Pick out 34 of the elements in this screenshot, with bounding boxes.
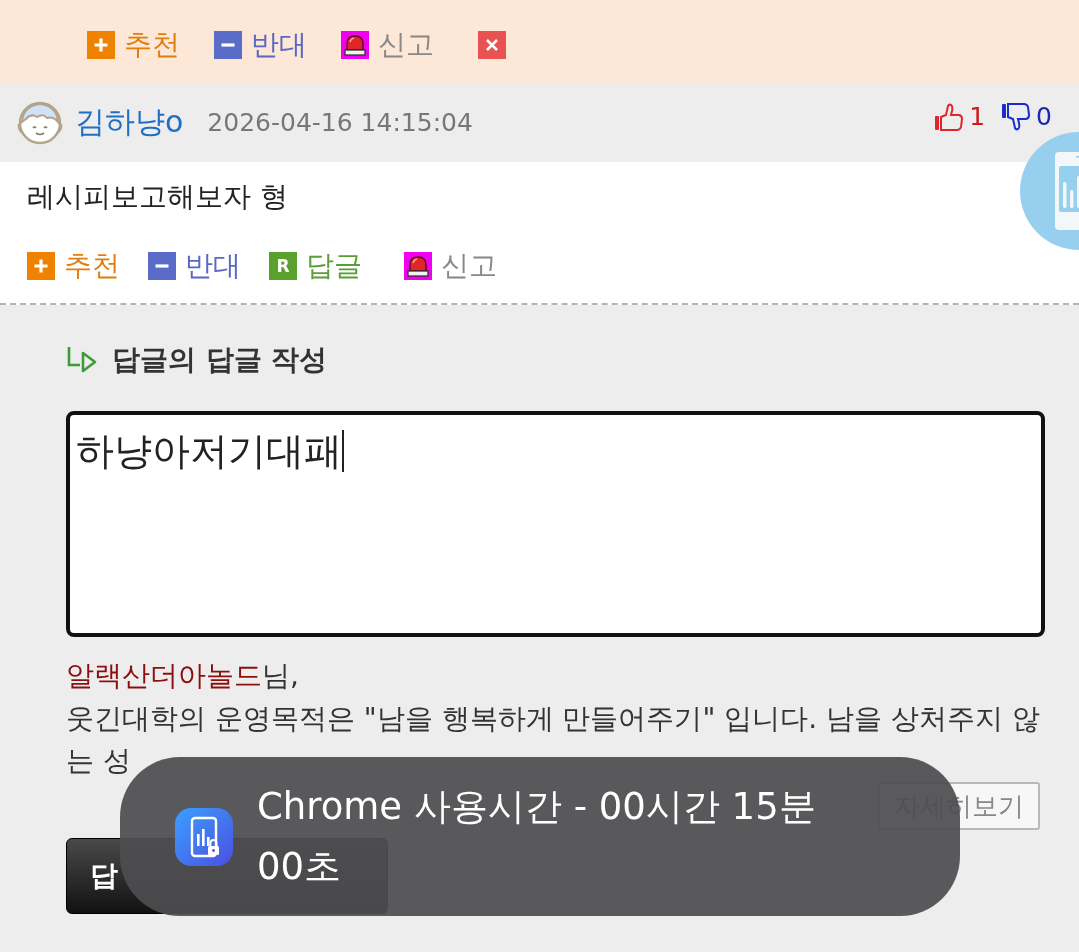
siren-icon — [341, 30, 369, 59]
plus-icon — [27, 252, 55, 280]
user-name: 알랙산더아놀드 — [66, 659, 262, 692]
reply-link[interactable]: R 답글 — [269, 246, 362, 286]
close-button[interactable] — [478, 30, 506, 59]
minus-icon — [214, 30, 242, 59]
reply-textarea[interactable]: 하냥아저기대패 — [66, 411, 1045, 637]
recommend-link[interactable]: 추천 — [87, 24, 180, 65]
comment-text: 레시피보고해보자 형 — [27, 179, 289, 215]
notice-message: 웃긴대학의 운영목적은 "남을 행복하게 만들어주기" 입니다. 남을 상처주지 않는 성 — [66, 701, 1041, 779]
report-link[interactable]: 신고 — [404, 246, 497, 286]
oppose-link[interactable]: 반대 — [148, 246, 241, 286]
phone-chart-icon — [1055, 152, 1079, 230]
reply-form-title: 답글의 답글 작성 — [112, 342, 328, 378]
comment-timestamp: 2026-04-16 14:15:04 — [207, 108, 473, 137]
recommend-link[interactable]: 추천 — [27, 246, 120, 286]
reply-arrow-icon — [66, 345, 98, 375]
toast-message: Chrome 사용시간 - 00시간 15분 00초 — [257, 783, 817, 890]
dislike-count: 0 — [1036, 102, 1052, 131]
like-count: 1 — [969, 102, 986, 131]
plus-icon — [87, 30, 115, 59]
report-link[interactable]: 신고 — [341, 24, 434, 65]
greeting-suffix: 님, — [262, 659, 299, 692]
minus-icon — [148, 252, 176, 280]
close-icon — [478, 30, 506, 59]
phone-chart-lock-icon — [175, 807, 233, 866]
siren-icon — [404, 252, 432, 280]
text-cursor — [342, 430, 344, 472]
reply-icon: R — [269, 252, 297, 280]
thumbs-down-icon[interactable] — [1001, 102, 1032, 131]
avatar-icon — [17, 99, 63, 146]
oppose-link[interactable]: 반대 — [214, 24, 307, 65]
author-name[interactable]: 김하냥o — [75, 102, 184, 143]
thumbs-up-icon[interactable] — [934, 102, 965, 131]
